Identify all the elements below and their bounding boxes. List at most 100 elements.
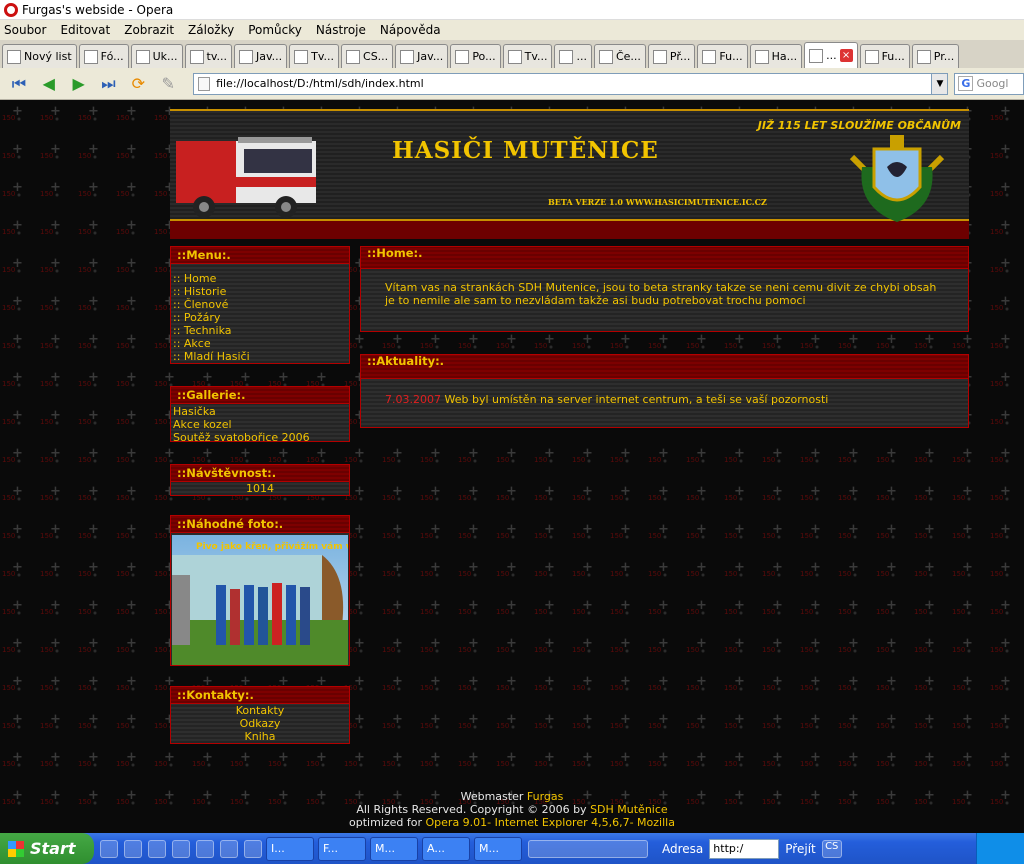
sidebar-menu-link[interactable]: :: Požáry xyxy=(173,311,347,324)
page-icon xyxy=(864,49,879,64)
gallery-link[interactable]: Hasička xyxy=(173,405,347,418)
menu-item[interactable]: Nápověda xyxy=(380,23,441,37)
menu-item[interactable]: Zobrazit xyxy=(124,23,174,37)
opera-quicklaunch-icon[interactable] xyxy=(124,839,142,858)
browser-tab[interactable]: Fu... xyxy=(697,44,748,68)
menu-item[interactable]: Pomůcky xyxy=(248,23,302,37)
menu-box: ::Menu:. :: Home:: Historie:: Členové:: … xyxy=(170,246,350,364)
news-box-title: ::Aktuality:. xyxy=(361,355,968,379)
close-tab-icon[interactable]: × xyxy=(839,49,853,62)
taskbar-window-button[interactable]: I... xyxy=(266,836,314,861)
visits-box: ::Návštěvnost:. 1014 xyxy=(170,464,350,496)
tab-label: CS... xyxy=(363,50,389,63)
address-url: file://localhost/D:/html/sdh/index.html xyxy=(216,77,424,90)
browser-tab[interactable]: Tv... xyxy=(289,44,340,68)
browser-tab[interactable]: Jav... xyxy=(395,44,449,68)
sidebar-menu-link[interactable]: :: Historie xyxy=(173,285,347,298)
sidebar-menu-link[interactable]: :: Mladí Hasiči xyxy=(173,350,347,363)
media-quicklaunch-icon[interactable] xyxy=(220,839,238,858)
footer-optimized-label: optimized for xyxy=(349,816,426,829)
page-viewport[interactable]: +150+150+150+150+150+150+150+150+150+150… xyxy=(0,100,1024,833)
browser-tab[interactable]: CS... xyxy=(341,44,394,68)
system-tray[interactable] xyxy=(976,833,1024,864)
gallery-link[interactable]: Akce kozel xyxy=(173,418,347,431)
taskbar-go-button[interactable]: Přejít xyxy=(785,842,815,856)
task-buttons: I... F... M... A... M... xyxy=(262,836,522,861)
edit-icon[interactable]: ✎ xyxy=(155,73,181,95)
taskbar-address-field[interactable]: http:/ xyxy=(709,838,780,859)
media-player-controls[interactable] xyxy=(528,839,648,858)
browser-tab[interactable]: ... × xyxy=(804,42,858,68)
menu-list: :: Home:: Historie:: Členové:: Požáry:: … xyxy=(171,264,349,363)
menu-box-title: ::Menu:. xyxy=(171,247,349,264)
tab-label: Fu... xyxy=(881,50,905,63)
search-field[interactable]: G Googl xyxy=(954,72,1024,95)
address-field[interactable]: file://localhost/D:/html/sdh/index.html … xyxy=(193,72,949,95)
tab-label: Po... xyxy=(472,50,496,63)
sidebar-menu-link[interactable]: :: Členové xyxy=(173,298,347,311)
browser-tab[interactable]: Fó... xyxy=(78,44,129,68)
site-footer: Webmaster Furgas All Rights Reserved. Co… xyxy=(0,790,1024,829)
browser-tab[interactable]: Ha... xyxy=(749,44,803,68)
tab-label: Fu... xyxy=(719,50,743,63)
footer-browsers: Opera 9.01- Internet Explorer 4,5,6,7- M… xyxy=(425,816,675,829)
reload-icon[interactable]: ⟳ xyxy=(125,73,151,95)
google-icon: G xyxy=(958,76,974,91)
contact-link[interactable]: Kniha xyxy=(173,730,347,743)
tab-label: Př... xyxy=(669,50,691,63)
menu-item[interactable]: Nástroje xyxy=(316,23,366,37)
tab-label: Jav... xyxy=(256,50,283,63)
window-title-bar: Furgas's webside - Opera xyxy=(0,0,1024,20)
browser-tab[interactable]: ... xyxy=(554,44,592,68)
contacts-box-title: ::Kontakty:. xyxy=(171,687,349,704)
gallery-link[interactable]: Soutěž svatobořice 2006 xyxy=(173,431,347,444)
random-photo-image[interactable]: Pivo jako křen, přivážím vám všem. xyxy=(172,535,348,665)
beta-notice: BETA VERZE 1.0 WWW.HASICIMUTENICE.IC.CZ xyxy=(548,197,767,207)
menu-item[interactable]: Soubor xyxy=(4,23,46,37)
sidebar-menu-link[interactable]: :: Akce xyxy=(173,337,347,350)
dropdown-arrow-icon[interactable]: ▼ xyxy=(931,73,948,94)
browser-tab[interactable]: Fu... xyxy=(859,44,910,68)
taskbar-window-button[interactable]: M... xyxy=(370,836,418,861)
taskbar-window-button[interactable]: F... xyxy=(318,836,366,861)
home-box-title: ::Home:. xyxy=(361,247,968,269)
taskbar-window-button[interactable]: M... xyxy=(474,836,522,861)
footer-owner-link[interactable]: SDH Mutěnice xyxy=(590,803,668,816)
tab-label: Pr... xyxy=(933,50,955,63)
sidebar-menu-link[interactable]: :: Home xyxy=(173,272,347,285)
language-indicator[interactable]: CS xyxy=(821,839,842,858)
browser-tab[interactable]: Tv... xyxy=(502,44,553,68)
footer-webmaster-link[interactable]: Furgas xyxy=(527,790,563,803)
tab-label: Ha... xyxy=(771,50,798,63)
arrow-quicklaunch-icon[interactable] xyxy=(244,839,262,858)
back-icon[interactable]: ◀ xyxy=(36,73,62,95)
contact-link[interactable]: Odkazy xyxy=(173,717,347,730)
taskbar-address-label: Adresa xyxy=(662,841,704,856)
browser-tab[interactable]: Po... xyxy=(450,44,501,68)
browser-tab[interactable]: Če... xyxy=(593,44,646,68)
sidebar-menu-link[interactable]: :: Technika xyxy=(173,324,347,337)
fast-forward-icon[interactable]: ⏭ xyxy=(96,73,122,95)
menu-item[interactable]: Záložky xyxy=(188,23,234,37)
ie-quicklaunch-icon[interactable] xyxy=(148,839,166,858)
start-button[interactable]: Start xyxy=(0,833,94,864)
browser-tab[interactable]: Jav... xyxy=(234,44,288,68)
contact-link[interactable]: Kontakty xyxy=(173,704,347,717)
site-banner: HASIČI MUTĚNICE JIŽ 115 LET SLOUŽÍME OBČ… xyxy=(170,109,969,239)
radiation-icon xyxy=(346,49,361,64)
browser-tab[interactable]: Nový list xyxy=(2,44,77,68)
desktop-icon[interactable] xyxy=(100,839,118,858)
page-icon xyxy=(198,76,211,91)
forward-icon[interactable]: ▶ xyxy=(66,73,92,95)
browser-tab[interactable]: Pr... xyxy=(911,44,960,68)
tab-label: tv... xyxy=(206,50,227,63)
windows-logo-icon xyxy=(8,840,24,857)
app-quicklaunch-icon[interactable] xyxy=(172,839,190,858)
rewind-icon[interactable]: ⏮ xyxy=(6,73,32,95)
browser-tab[interactable]: Př... xyxy=(647,44,696,68)
save-quicklaunch-icon[interactable] xyxy=(196,839,214,858)
menu-item[interactable]: Editovat xyxy=(60,23,110,37)
browser-tab[interactable]: tv... xyxy=(184,44,232,68)
browser-tab[interactable]: Uk... xyxy=(130,44,183,68)
taskbar-window-button[interactable]: A... xyxy=(422,836,470,861)
